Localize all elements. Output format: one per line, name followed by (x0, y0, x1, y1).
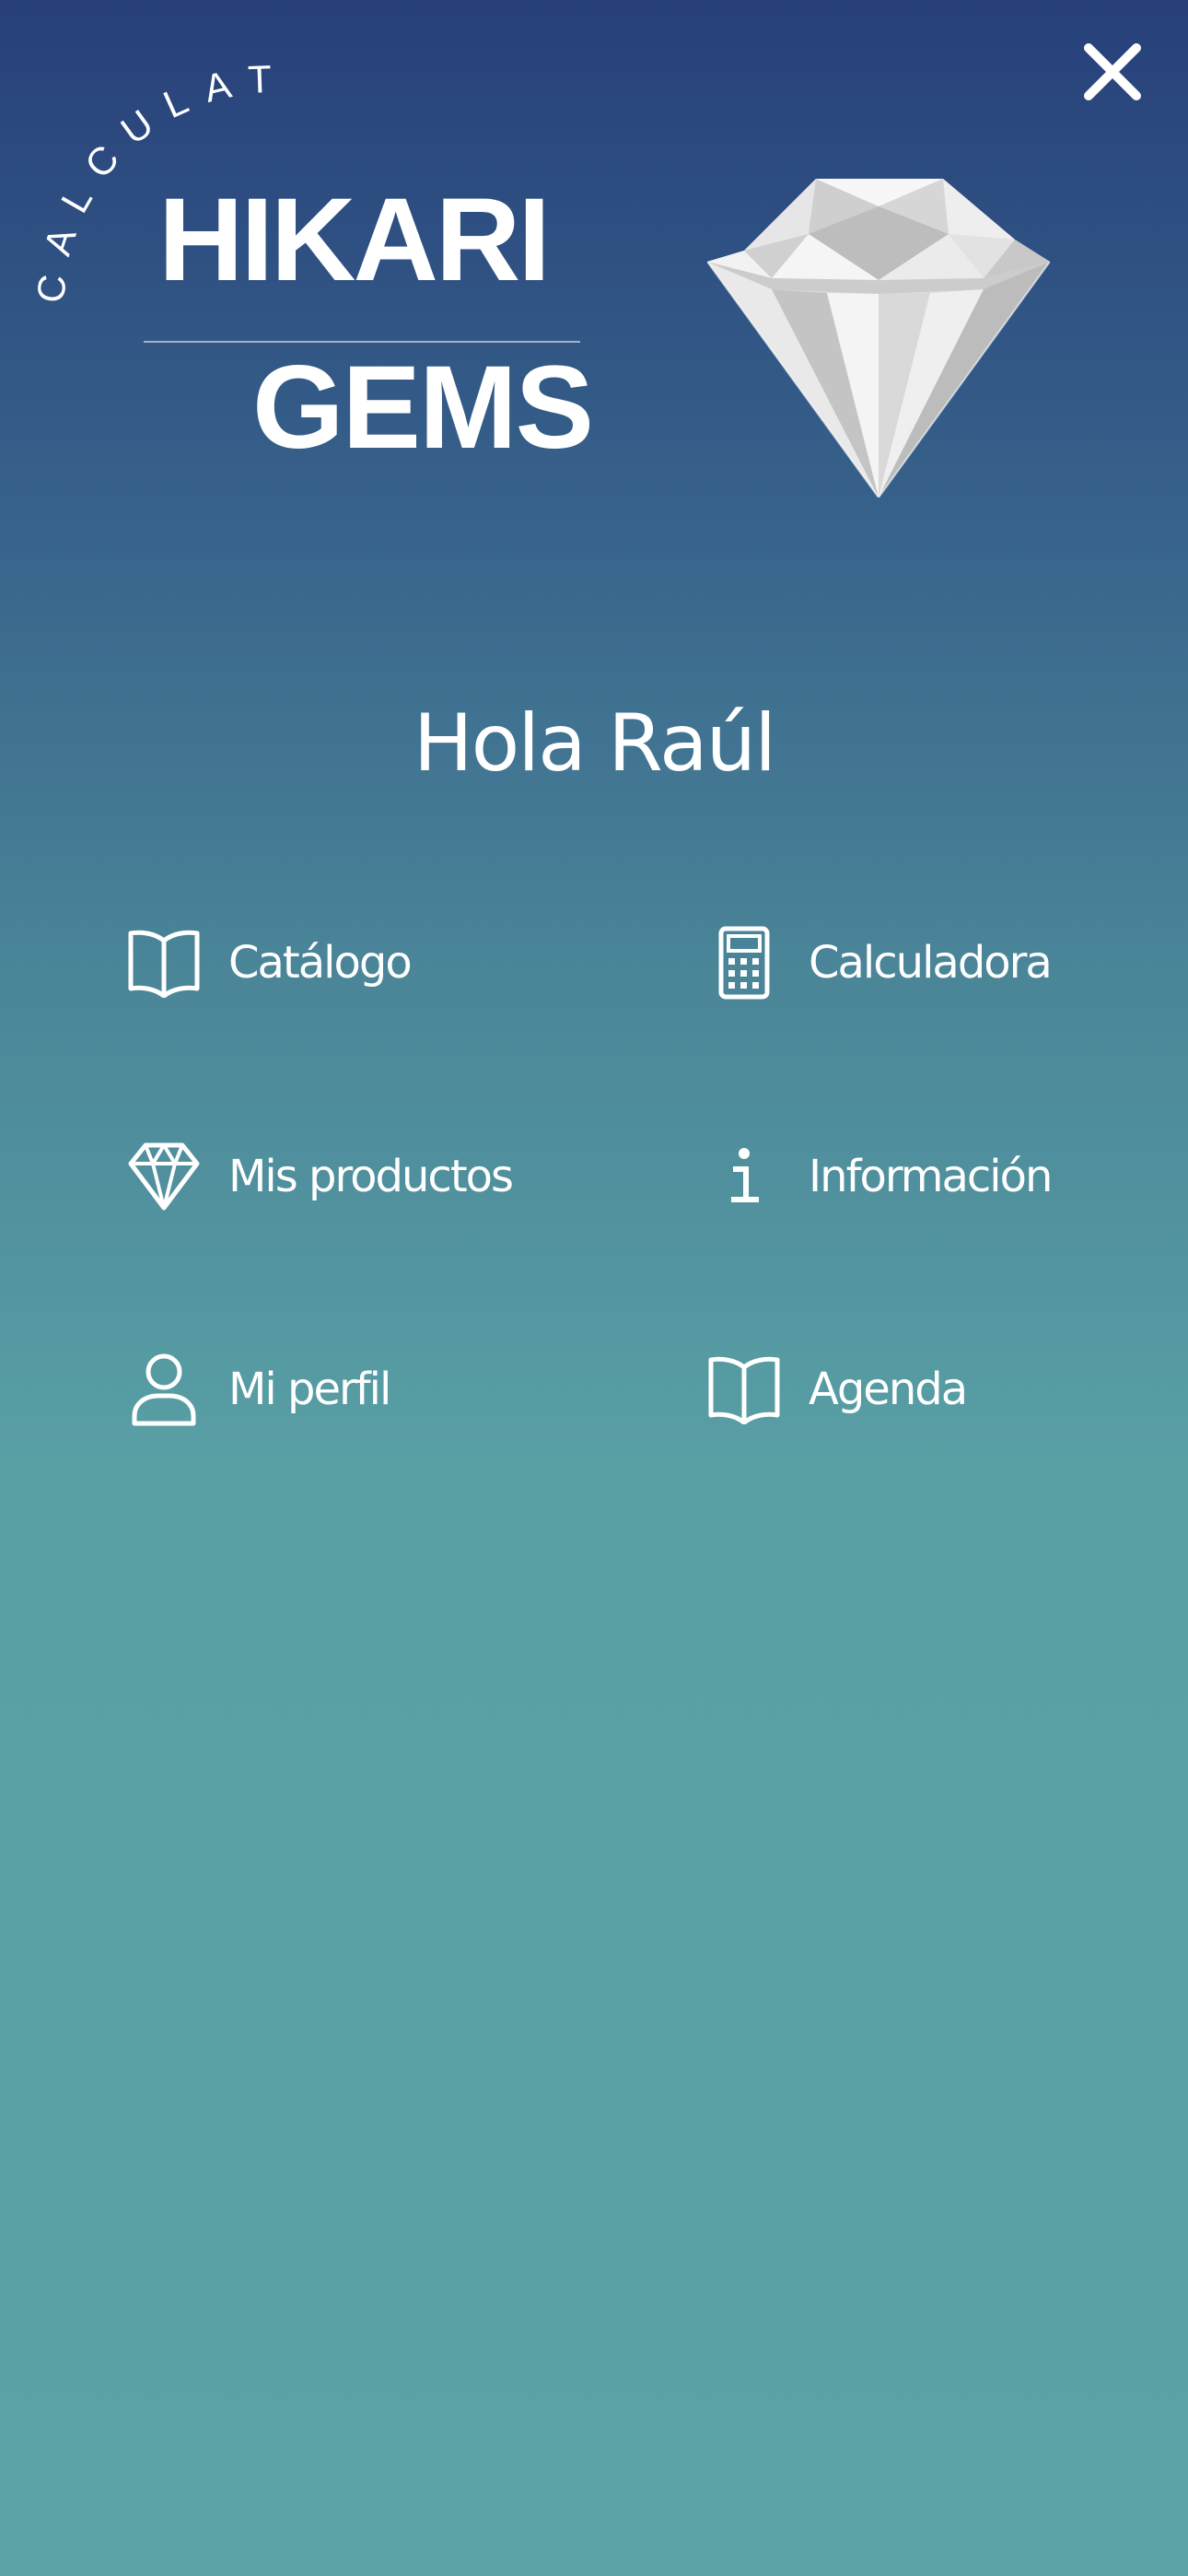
menu-screen: CALCULATOR HIKARI GEMS Hol (0, 0, 1188, 2576)
close-button[interactable] (1076, 35, 1149, 109)
calculator-icon (698, 917, 790, 1009)
user-icon (118, 1343, 210, 1435)
book-icon (698, 1343, 790, 1435)
book-icon (118, 917, 210, 1009)
menu-item-mis-productos[interactable]: Mis productos (118, 1130, 514, 1223)
menu-label-agenda: Agenda (809, 1364, 968, 1415)
diamond-icon (118, 1130, 210, 1223)
menu-label-mis-productos: Mis productos (228, 1151, 514, 1202)
hikari-gems-logo: CALCULATOR HIKARI GEMS (0, 0, 645, 516)
menu-label-mi-perfil: Mi perfil (228, 1364, 391, 1415)
menu-item-calculadora[interactable]: Calculadora (698, 917, 1053, 1009)
menu-label-catalogo: Catálogo (228, 937, 413, 989)
menu-item-informacion[interactable]: Información (698, 1130, 1053, 1223)
close-icon (1084, 43, 1141, 100)
logo-title-hikari: HIKARI (158, 174, 551, 306)
diamond-illustration (707, 179, 1050, 498)
info-icon (698, 1130, 790, 1223)
greeting-text: Hola Raúl (413, 697, 776, 790)
menu-label-informacion: Información (809, 1151, 1053, 1202)
menu-item-catalogo[interactable]: Catálogo (118, 917, 413, 1009)
logo-title-gems: GEMS (252, 342, 594, 474)
menu-item-agenda[interactable]: Agenda (698, 1343, 968, 1435)
menu-item-mi-perfil[interactable]: Mi perfil (118, 1343, 391, 1435)
menu-label-calculadora: Calculadora (809, 937, 1053, 989)
